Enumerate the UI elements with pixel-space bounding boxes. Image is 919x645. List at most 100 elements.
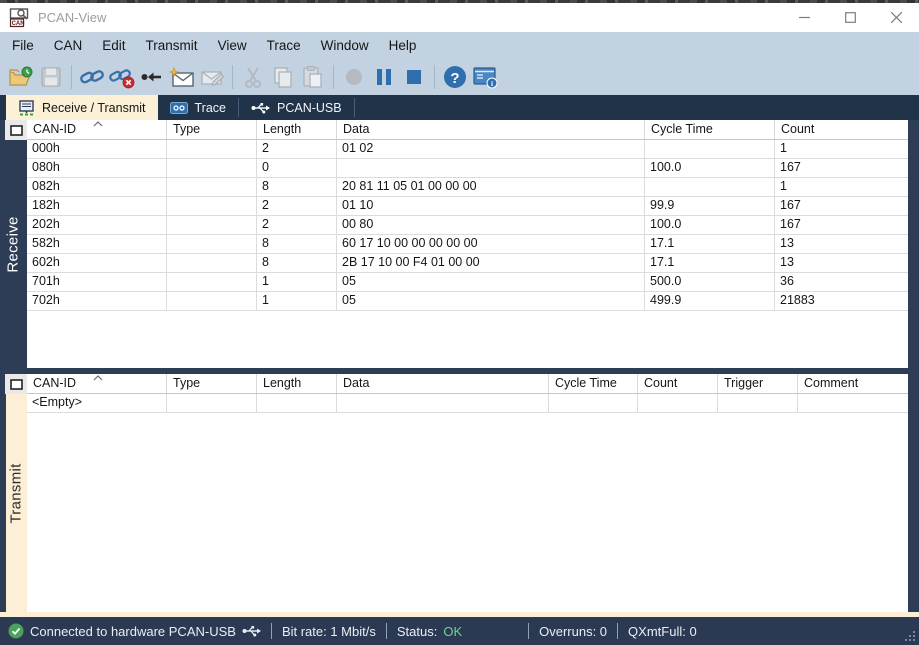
- cell-type: [167, 394, 257, 412]
- transmit-col-cycle-time[interactable]: Cycle Time: [549, 374, 638, 393]
- transmit-sidebar: Transmit: [0, 374, 27, 612]
- menu-transmit[interactable]: Transmit: [136, 32, 208, 58]
- cell-type: [167, 197, 257, 215]
- cell-can-id: 702h: [27, 292, 167, 310]
- resize-grip[interactable]: [904, 630, 916, 642]
- transmit-col-data[interactable]: Data: [337, 374, 549, 393]
- paste-button: [299, 63, 327, 91]
- help-button[interactable]: ?: [441, 63, 469, 91]
- cell-length: 1: [257, 273, 337, 291]
- cell-data: 01 10: [337, 197, 645, 215]
- transmit-select-all-cell[interactable]: [5, 374, 27, 394]
- cell-can-id: 080h: [27, 159, 167, 177]
- bit-rate-text: Bit rate: 1 Mbit/s: [282, 624, 376, 639]
- cell-data: [337, 159, 645, 177]
- cell-data: 05: [337, 292, 645, 310]
- menu-view[interactable]: View: [208, 32, 257, 58]
- receive-col-type[interactable]: Type: [167, 120, 257, 139]
- receive-row[interactable]: 082h 8 20 81 11 05 01 00 00 00 1: [27, 178, 908, 197]
- title-bar: CAN PCAN-View: [0, 3, 919, 32]
- cell-count: 1: [775, 178, 908, 196]
- cell-can-id: 582h: [27, 235, 167, 253]
- receive-row[interactable]: 702h 1 05 499.9 21883: [27, 292, 908, 311]
- open-file-button[interactable]: [7, 63, 35, 91]
- menu-edit[interactable]: Edit: [92, 32, 135, 58]
- open-file-icon: [8, 65, 34, 89]
- receive-select-all-cell[interactable]: [5, 120, 27, 140]
- cut-button: [239, 63, 267, 91]
- cell-data: 60 17 10 00 00 00 00 00: [337, 235, 645, 253]
- receive-row[interactable]: 602h 8 2B 17 10 00 F4 01 00 00 17.1 13: [27, 254, 908, 273]
- transmit-col-trigger[interactable]: Trigger: [718, 374, 798, 393]
- receive-header-row: CAN-ID Type Length Data Cycle Time Count: [27, 120, 908, 140]
- menu-can[interactable]: CAN: [44, 32, 93, 58]
- trace-icon: [170, 102, 188, 114]
- save-icon: [39, 65, 63, 89]
- cell-length: 2: [257, 216, 337, 234]
- transmit-col-comment[interactable]: Comment: [798, 374, 908, 393]
- monitor-icon: [18, 100, 35, 116]
- status-separator: [386, 623, 387, 639]
- cell-cycle-time: [645, 178, 775, 196]
- cell-cycle-time: [549, 394, 638, 412]
- sort-asc-icon: [93, 375, 103, 381]
- stop-button[interactable]: [400, 63, 428, 91]
- cell-type: [167, 140, 257, 158]
- copy-button: [269, 63, 297, 91]
- tab-pcan-usb[interactable]: PCAN-USB: [239, 95, 354, 120]
- usb-icon: [242, 625, 261, 637]
- minimize-button[interactable]: [781, 3, 827, 32]
- cell-length: 2: [257, 197, 337, 215]
- receive-col-length[interactable]: Length: [257, 120, 337, 139]
- menu-trace[interactable]: Trace: [257, 32, 311, 58]
- connect-button[interactable]: [78, 63, 106, 91]
- cell-can-id: 602h: [27, 254, 167, 272]
- menu-window[interactable]: Window: [311, 32, 379, 58]
- disconnect-button[interactable]: [108, 63, 136, 91]
- receive-col-data[interactable]: Data: [337, 120, 645, 139]
- status-separator: [528, 623, 529, 639]
- tab-receive-transmit[interactable]: Receive / Transmit: [6, 95, 158, 120]
- new-message-button[interactable]: [168, 63, 196, 91]
- cell-type: [167, 292, 257, 310]
- cell-cycle-time: 100.0: [645, 159, 775, 177]
- cell-data: 01 02: [337, 140, 645, 158]
- transmit-col-count[interactable]: Count: [638, 374, 718, 393]
- transmit-table: CAN-ID Type Length Data Cycle Time Count…: [27, 374, 908, 612]
- receive-row[interactable]: 000h 2 01 02 1: [27, 140, 908, 159]
- cell-type: [167, 178, 257, 196]
- tab-trace[interactable]: Trace: [158, 95, 239, 120]
- cell-type: [167, 273, 257, 291]
- maximize-button[interactable]: [827, 3, 873, 32]
- receive-row[interactable]: 582h 8 60 17 10 00 00 00 00 00 17.1 13: [27, 235, 908, 254]
- receive-row[interactable]: 080h 0 100.0 167: [27, 159, 908, 178]
- cell-count: 167: [775, 159, 908, 177]
- receive-row[interactable]: 202h 2 00 80 100.0 167: [27, 216, 908, 235]
- transmit-col-type[interactable]: Type: [167, 374, 257, 393]
- receive-arrow-icon: [140, 65, 164, 89]
- cell-count: 167: [775, 197, 908, 215]
- cell-data: 00 80: [337, 216, 645, 234]
- receive-row[interactable]: 701h 1 05 500.0 36: [27, 273, 908, 292]
- empty-row-label: <Empty>: [27, 394, 167, 412]
- receive-row[interactable]: 182h 2 01 10 99.9 167: [27, 197, 908, 216]
- close-button[interactable]: [873, 3, 919, 32]
- menu-help[interactable]: Help: [379, 32, 427, 58]
- cell-data: 20 81 11 05 01 00 00 00: [337, 178, 645, 196]
- window-title: PCAN-View: [38, 10, 106, 25]
- net-info-button[interactable]: i: [471, 63, 499, 91]
- receive-col-cycle-time[interactable]: Cycle Time: [645, 120, 775, 139]
- pause-button[interactable]: [370, 63, 398, 91]
- receive-arrow-button[interactable]: [138, 63, 166, 91]
- transmit-col-length[interactable]: Length: [257, 374, 337, 393]
- cell-count: 13: [775, 235, 908, 253]
- svg-text:?: ?: [450, 70, 459, 87]
- help-icon: ?: [442, 64, 468, 90]
- receive-col-count[interactable]: Count: [775, 120, 908, 139]
- cell-count: 21883: [775, 292, 908, 310]
- qxmtfull-text: QXmtFull: 0: [628, 624, 697, 639]
- pcan-view-app-icon: CAN: [9, 8, 31, 28]
- menu-file[interactable]: File: [2, 32, 44, 58]
- transmit-empty-row[interactable]: <Empty>: [27, 394, 908, 413]
- save-button: [37, 63, 65, 91]
